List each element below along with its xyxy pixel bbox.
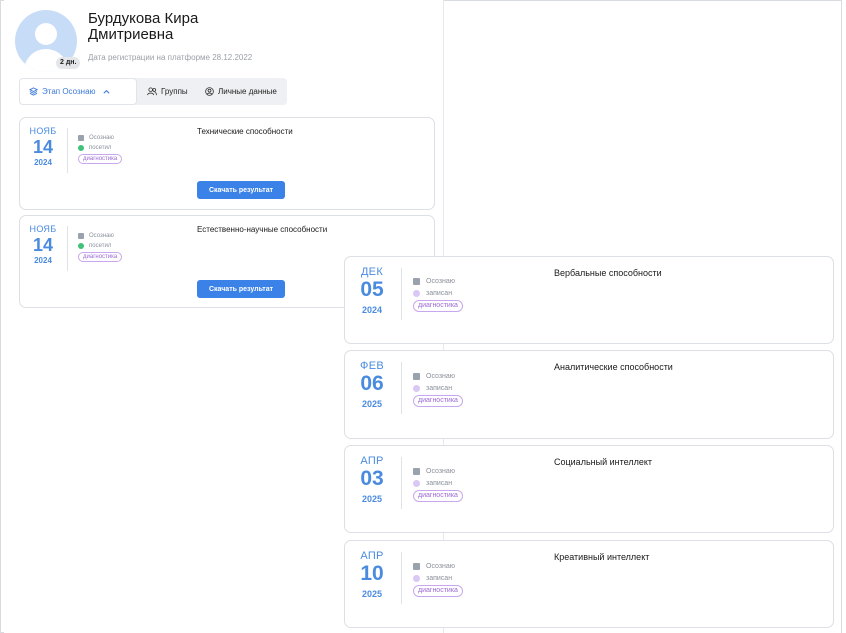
event-date: АПР 10 2025	[345, 550, 399, 599]
tab-groups-label: Группы	[161, 87, 188, 96]
divider	[67, 128, 68, 173]
profile-tabs: Этап Осознаю Группы Личные данные	[19, 78, 287, 105]
check-circle-icon	[78, 243, 84, 249]
event-stage: Осознаю	[89, 233, 114, 239]
event-type-tag: диагностика	[78, 154, 123, 164]
event-card: ДЕК 05 2024 Осознаю записан диагностика …	[344, 256, 834, 344]
event-day: 05	[360, 278, 384, 301]
event-card: АПР 03 2025 Осознаю записан диагностика …	[344, 445, 834, 533]
registration-date: Дата регистрации на платформе 28.12.2022	[88, 53, 253, 62]
event-year: 2025	[361, 494, 383, 504]
divider	[67, 226, 68, 271]
event-title: Технические способности	[197, 127, 293, 136]
checkbox-icon	[78, 135, 84, 141]
event-type-tag: диагностика	[78, 252, 123, 262]
event-year: 2024	[34, 256, 52, 265]
check-circle-icon	[78, 145, 84, 151]
event-title: Креативный интеллект	[554, 552, 650, 562]
event-type-tag: диагностика	[413, 490, 463, 502]
download-result-button[interactable]: Скачать результат	[197, 280, 285, 298]
checkbox-icon	[413, 277, 420, 285]
tab-stage-label: Этап Осознаю	[42, 87, 96, 96]
event-type-tag: диагностика	[413, 300, 463, 312]
event-month: ДЕК	[360, 266, 384, 278]
event-stage: Осознаю	[426, 372, 456, 380]
event-month: АПР	[360, 550, 384, 562]
event-month: ФЕВ	[360, 360, 384, 372]
event-date: НОЯБ 14 2024	[20, 126, 66, 167]
user-circle-icon	[205, 87, 214, 96]
attendance-status: записан	[426, 479, 453, 487]
event-date: НОЯБ 14 2024	[20, 224, 66, 265]
student-name-line1: Бурдукова Кира	[88, 10, 199, 27]
attendance-status: посетил	[89, 243, 112, 249]
attendance-status: посетил	[89, 145, 112, 151]
event-day: 10	[360, 562, 384, 585]
event-card: ФЕВ 06 2025 Осознаю записан диагностика …	[344, 350, 834, 439]
event-status: Осознаю записан диагностика	[413, 465, 463, 502]
event-year: 2024	[34, 158, 52, 167]
event-status: Осознаю записан диагностика	[413, 275, 463, 312]
event-stage: Осознаю	[426, 467, 456, 475]
divider	[401, 457, 402, 509]
right-border	[841, 0, 842, 633]
pending-circle-icon	[413, 289, 420, 297]
event-status: Осознаю записан диагностика	[413, 560, 463, 597]
event-year: 2025	[361, 589, 383, 599]
attendance-status: записан	[426, 289, 453, 297]
student-name: Бурдукова Кира Дмитриевна	[88, 11, 328, 43]
tab-groups[interactable]: Группы	[147, 78, 188, 105]
attendance-status: записан	[426, 574, 453, 582]
event-date: ДЕК 05 2024	[345, 266, 399, 315]
event-status: Осознаю посетил диагностика	[78, 231, 123, 262]
attendance-status: записан	[426, 384, 453, 392]
users-icon	[147, 87, 157, 96]
event-title: Аналитические способности	[554, 362, 673, 372]
checkbox-icon	[413, 562, 420, 570]
divider	[401, 268, 402, 320]
event-year: 2024	[361, 305, 383, 315]
download-result-button[interactable]: Скачать результат	[197, 181, 285, 199]
event-title: Вербальные способности	[554, 268, 662, 278]
event-status: Осознаю посетил диагностика	[78, 133, 123, 164]
checkbox-icon	[78, 233, 84, 239]
pending-circle-icon	[413, 574, 420, 582]
event-status: Осознаю записан диагностика	[413, 370, 463, 407]
tab-stage[interactable]: Этап Осознаю	[19, 78, 137, 105]
divider	[401, 362, 402, 414]
event-year: 2025	[361, 399, 383, 409]
event-type-tag: диагностика	[413, 395, 463, 407]
event-card: НОЯБ 14 2024 Осознаю посетил диагностика…	[19, 117, 435, 210]
age-badge: 2 дн.	[56, 57, 81, 69]
event-stage: Осознаю	[426, 277, 456, 285]
event-day: 14	[32, 235, 54, 255]
event-month: НОЯБ	[29, 224, 57, 234]
event-title: Социальный интеллект	[554, 457, 652, 467]
event-type-tag: диагностика	[413, 585, 463, 597]
event-month: АПР	[360, 455, 384, 467]
event-card: АПР 10 2025 Осознаю записан диагностика …	[344, 540, 834, 628]
event-stage: Осознаю	[426, 562, 456, 570]
avatar-head-icon	[35, 23, 57, 45]
event-day: 06	[360, 372, 384, 395]
event-date: ФЕВ 06 2025	[345, 360, 399, 409]
pending-circle-icon	[413, 479, 420, 487]
layers-icon	[29, 87, 38, 96]
event-date: АПР 03 2025	[345, 455, 399, 504]
tab-personal-data[interactable]: Личные данные	[205, 78, 277, 105]
event-stage: Осознаю	[89, 135, 114, 141]
top-border	[444, 0, 842, 1]
chevron-up-icon	[102, 89, 110, 94]
tab-personal-data-label: Личные данные	[218, 87, 277, 96]
checkbox-icon	[413, 467, 420, 475]
event-title: Естественно-научные способности	[197, 225, 328, 234]
event-day: 03	[360, 467, 384, 490]
divider	[401, 552, 402, 604]
event-day: 14	[32, 137, 54, 157]
student-name-line2: Дмитриевна	[88, 26, 174, 43]
checkbox-icon	[413, 372, 420, 380]
event-month: НОЯБ	[29, 126, 57, 136]
pending-circle-icon	[413, 384, 420, 392]
